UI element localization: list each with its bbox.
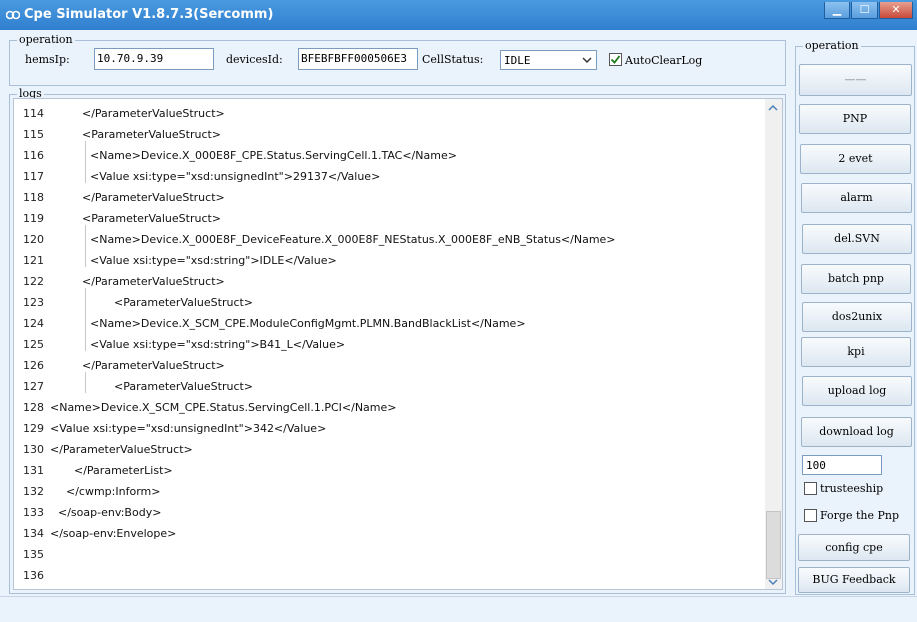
minimize-button[interactable]: ▁	[824, 2, 850, 19]
app-logo-icon	[6, 10, 20, 20]
status-bar	[0, 596, 917, 622]
cellstatus-label: CellStatus:	[422, 53, 484, 66]
log-line: <Value xsi:type="xsd:string">B41_L</Valu…	[90, 338, 346, 351]
pnp-button[interactable]: PNP	[799, 104, 911, 134]
close-button[interactable]: ✕	[879, 2, 913, 19]
line-number: 114	[23, 107, 44, 120]
scroll-up-icon[interactable]	[767, 102, 779, 114]
checkmark-icon	[610, 55, 621, 64]
config-cpe-button[interactable]: config cpe	[798, 534, 910, 561]
line-number: 123	[23, 296, 44, 309]
trusteeship-label: trusteeship	[820, 482, 884, 495]
del-svn-button[interactable]: del.SVN	[802, 224, 912, 254]
log-line: <ParameterValueStruct>	[114, 296, 254, 309]
right-operation-legend: operation	[803, 39, 861, 53]
two-evet-button[interactable]: 2 evet	[800, 144, 911, 174]
line-number: 135	[23, 548, 44, 561]
log-line: </ParameterValueStruct>	[82, 359, 225, 372]
cellstatus-select[interactable]: IDLE	[500, 50, 597, 70]
log-line: </ParameterValueStruct>	[82, 107, 225, 120]
line-number: 131	[23, 464, 44, 477]
scroll-down-icon[interactable]	[767, 576, 779, 588]
line-number: 119	[23, 212, 44, 225]
line-number: 124	[23, 317, 44, 330]
indent-guide	[85, 225, 86, 267]
line-number: 126	[23, 359, 44, 372]
trusteeship-checkbox[interactable]	[804, 482, 817, 495]
log-line: <Value xsi:type="xsd:unsignedInt">29137<…	[90, 170, 381, 183]
line-number: 125	[23, 338, 44, 351]
batch-pnp-button[interactable]: batch pnp	[801, 264, 911, 294]
log-line: </ParameterValueStruct>	[82, 191, 225, 204]
hemsip-label: hemsIp:	[25, 53, 70, 66]
line-number: 118	[23, 191, 44, 204]
line-number: 127	[23, 380, 44, 393]
log-line: <Name>Device.X_SCM_CPE.Status.ServingCel…	[50, 401, 397, 414]
log-scrollbar[interactable]	[765, 99, 782, 589]
forge-pnp-label: Forge the Pnp	[820, 509, 899, 522]
title-bar: Cpe Simulator V1.8.7.3(Sercomm) ▁ ☐ ✕	[0, 0, 917, 30]
autoclearlog-checkbox[interactable]	[609, 53, 622, 66]
download-log-button[interactable]: download log	[801, 417, 912, 447]
dos2unix-button[interactable]: dos2unix	[802, 302, 912, 332]
indent-guide	[85, 288, 86, 351]
line-number: 115	[23, 128, 44, 141]
blank-button[interactable]: ——	[799, 64, 912, 96]
log-line: <Name>Device.X_SCM_CPE.ModuleConfigMgmt.…	[90, 317, 526, 330]
log-line: <Name>Device.X_000E8F_DeviceFeature.X_00…	[90, 233, 616, 246]
log-line: <ParameterValueStruct>	[82, 128, 222, 141]
window-title: Cpe Simulator V1.8.7.3(Sercomm)	[24, 7, 274, 22]
line-number-gutter: 114 115 116 117 118 119 120 121 122 123 …	[14, 99, 45, 589]
devicesid-label: devicesId:	[226, 53, 283, 66]
log-line: </ParameterValueStruct>	[50, 443, 193, 456]
line-number: 136	[23, 569, 44, 582]
indent-guide	[85, 372, 86, 393]
log-line: <Name>Device.X_000E8F_CPE.Status.Serving…	[90, 149, 457, 162]
maximize-button[interactable]: ☐	[851, 2, 878, 19]
devicesid-input[interactable]: BFEBFBFF000506E3	[298, 48, 418, 70]
log-line: <ParameterValueStruct>	[114, 380, 254, 393]
line-number: 133	[23, 506, 44, 519]
count-input[interactable]: 100	[802, 455, 882, 475]
forge-pnp-checkbox[interactable]	[804, 509, 817, 522]
line-number: 128	[23, 401, 44, 414]
upload-log-button[interactable]: upload log	[802, 376, 912, 406]
bug-feedback-button[interactable]: BUG Feedback	[798, 567, 910, 593]
cellstatus-value: IDLE	[504, 54, 531, 67]
line-number: 129	[23, 422, 44, 435]
log-line: <Value xsi:type="xsd:string">IDLE</Value…	[90, 254, 337, 267]
alarm-button[interactable]: alarm	[801, 183, 912, 213]
kpi-button[interactable]: kpi	[801, 337, 911, 367]
line-number: 117	[23, 170, 44, 183]
hemsip-input[interactable]: 10.70.9.39	[94, 48, 214, 70]
log-line: </cwmp:Inform>	[66, 485, 161, 498]
chevron-down-icon	[582, 57, 592, 64]
operation-legend: operation	[17, 33, 75, 47]
line-number: 116	[23, 149, 44, 162]
log-line: </ParameterList>	[74, 464, 173, 477]
line-number: 134	[23, 527, 44, 540]
line-number: 130	[23, 443, 44, 456]
indent-guide	[85, 141, 86, 183]
log-line: </ParameterValueStruct>	[82, 275, 225, 288]
log-line: </soap-env:Body>	[58, 506, 162, 519]
line-number: 122	[23, 275, 44, 288]
line-number: 121	[23, 254, 44, 267]
line-number: 132	[23, 485, 44, 498]
log-line: </soap-env:Envelope>	[50, 527, 177, 540]
scroll-thumb[interactable]	[766, 511, 781, 579]
autoclearlog-label: AutoClearLog	[625, 54, 703, 67]
log-viewer[interactable]: 114 115 116 117 118 119 120 121 122 123 …	[13, 98, 783, 590]
log-line: <ParameterValueStruct>	[82, 212, 222, 225]
line-number: 120	[23, 233, 44, 246]
log-line: <Value xsi:type="xsd:unsignedInt">342</V…	[50, 422, 327, 435]
